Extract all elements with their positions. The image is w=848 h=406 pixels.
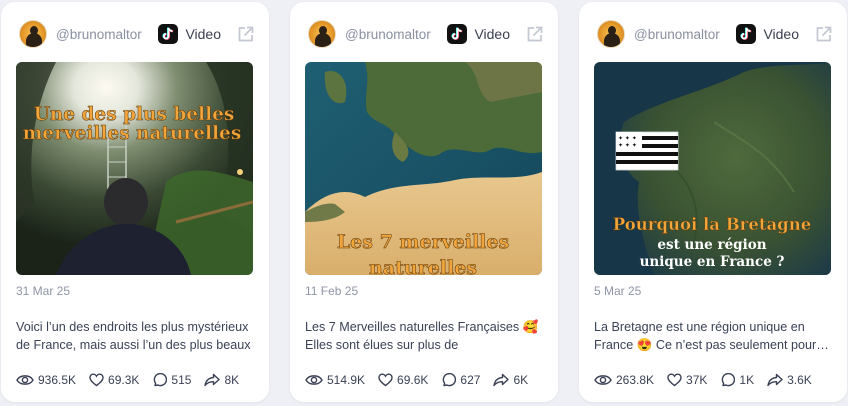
tiktok-icon — [447, 24, 468, 44]
avatar[interactable] — [308, 20, 336, 48]
post-date: 5 Mar 25 — [594, 284, 642, 298]
tiktok-icon — [736, 24, 757, 44]
video-card[interactable]: @brunomaltor Video — [579, 2, 847, 402]
engagement-stats: 263.8K 37K 1K 3.6K — [594, 371, 837, 389]
eye-icon — [16, 375, 34, 385]
eye-icon — [594, 375, 612, 385]
engagement-stats: 514.9K 69.6K 627 6K — [305, 371, 548, 389]
post-description: La Bretagne est une région unique en Fra… — [594, 320, 817, 352]
views-stat: 936.5K — [16, 373, 76, 387]
comments-count: 1K — [739, 373, 755, 387]
likes-count: 69.6K — [397, 373, 429, 387]
views-stat: 263.8K — [594, 373, 654, 387]
thumbnail-caption-line3: unique en France ? — [640, 254, 785, 270]
video-card[interactable]: @brunomaltor Video — [1, 2, 269, 402]
likes-count: 69.3K — [108, 373, 140, 387]
eye-icon — [305, 375, 323, 385]
heart-icon — [378, 373, 393, 387]
thumbnail-caption-line2: merveilles naturelles — [23, 123, 242, 144]
thumbnail-caption-line1: Pourquoi la Bretagne — [613, 215, 811, 234]
card-header: @brunomaltor Video — [597, 19, 833, 49]
comment-icon — [722, 372, 736, 386]
comments-count: 627 — [460, 373, 481, 387]
heart-icon — [89, 373, 104, 387]
views-count: 514.9K — [327, 373, 366, 387]
creator-handle[interactable]: @brunomaltor — [345, 27, 447, 42]
video-card[interactable]: @brunomaltor Video — [290, 2, 558, 402]
likes-count: 37K — [686, 373, 708, 387]
share-icon — [493, 373, 510, 387]
svg-text:✦ ✦ ✦: ✦ ✦ ✦ — [618, 135, 637, 142]
platform-label: Video — [763, 26, 799, 42]
share-icon — [204, 373, 221, 387]
views-count: 936.5K — [38, 373, 77, 387]
brittany-flag: ✦ ✦ ✦ ✦ ✦ ✦ — [615, 131, 679, 171]
comments-stat: 515 — [152, 372, 192, 388]
svg-text:✦ ✦ ✦: ✦ ✦ ✦ — [618, 142, 637, 149]
shares-count: 6K — [513, 373, 529, 387]
heart-icon — [667, 373, 682, 387]
comments-count: 515 — [171, 373, 192, 387]
platform-label: Video — [185, 26, 221, 42]
video-thumbnail[interactable]: Une des plus belles merveilles naturelle… — [16, 62, 253, 275]
video-thumbnail[interactable]: Les 7 merveilles naturelles — [305, 62, 542, 275]
external-link-icon[interactable] — [525, 25, 544, 44]
avatar[interactable] — [19, 20, 47, 48]
thumbnail-caption-line2: est une région — [657, 237, 766, 253]
views-stat: 514.9K — [305, 373, 365, 387]
creator-handle[interactable]: @brunomaltor — [56, 27, 158, 42]
comment-icon — [154, 372, 168, 386]
external-link-icon[interactable] — [236, 25, 255, 44]
share-icon — [767, 373, 783, 387]
tiktok-icon — [158, 24, 179, 44]
post-date: 31 Mar 25 — [16, 284, 71, 298]
thumbnail-caption-line1: Une des plus belles — [34, 104, 235, 125]
creator-handle[interactable]: @brunomaltor — [634, 27, 736, 42]
comments-stat: 627 — [441, 372, 481, 388]
thumbnail-caption-line1: Les 7 merveilles — [337, 231, 509, 253]
shares-stat: 8K — [204, 373, 239, 387]
card-header: @brunomaltor Video — [308, 19, 544, 49]
card-header: @brunomaltor Video — [19, 19, 255, 49]
platform-label: Video — [474, 26, 510, 42]
shares-stat: 3.6K — [767, 373, 812, 387]
shares-stat: 6K — [493, 373, 528, 387]
post-description: Voici l’un des endroits les plus mystéri… — [16, 320, 251, 352]
comments-stat: 1K — [720, 372, 755, 388]
external-link-icon[interactable] — [814, 25, 833, 44]
post-date: 11 Feb 25 — [305, 284, 359, 298]
shares-count: 8K — [224, 373, 240, 387]
comment-icon — [443, 372, 457, 386]
video-thumbnail[interactable]: ✦ ✦ ✦ ✦ ✦ ✦ Pourquoi la Bretagne est une… — [594, 62, 831, 275]
shares-count: 3.6K — [787, 373, 812, 387]
likes-stat: 69.3K — [89, 373, 139, 387]
avatar[interactable] — [597, 20, 625, 48]
thumbnail-caption-line2: naturelles — [369, 257, 477, 275]
post-description: Les 7 Merveilles naturelles Françaises 🥰… — [305, 320, 539, 352]
likes-stat: 69.6K — [378, 373, 428, 387]
views-count: 263.8K — [616, 373, 655, 387]
likes-stat: 37K — [667, 373, 707, 387]
engagement-stats: 936.5K 69.3K 515 8K — [16, 371, 259, 389]
